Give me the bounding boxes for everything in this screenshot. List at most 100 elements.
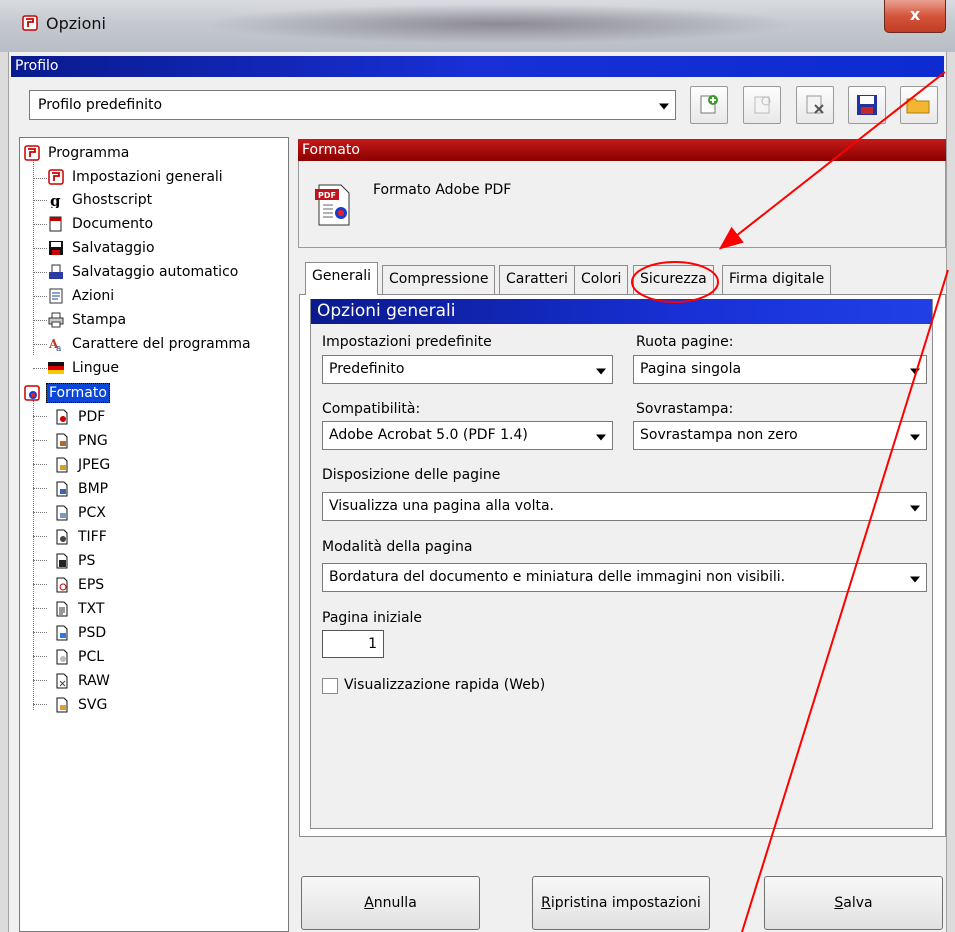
overprint-label: Sovrastampa: — [636, 401, 734, 417]
save-button[interactable]: Salva — [764, 876, 943, 930]
profile-band: Profilo — [11, 56, 944, 77]
general-settings-icon — [48, 169, 64, 185]
language-flag-icon — [48, 362, 64, 374]
svg-file-icon — [56, 697, 68, 713]
chevron-down-icon — [596, 434, 606, 440]
reset-label: ipristina impostazioni — [550, 895, 701, 911]
save-profile-button[interactable] — [848, 86, 886, 124]
tree-item-label: SVG — [78, 697, 108, 713]
reset-settings-button[interactable]: Ripristina impostazioni — [532, 876, 710, 930]
fast-web-view-label: Visualizzazione rapida (Web) — [344, 677, 546, 693]
tree-item-label: Azioni — [72, 288, 115, 304]
tree-item-label: PSD — [78, 625, 107, 641]
rename-profile-button[interactable] — [743, 86, 781, 124]
tree-item-label: Formato — [46, 383, 110, 403]
jpeg-file-icon — [56, 457, 68, 473]
start-page-label: Pagina iniziale — [322, 610, 423, 626]
cancel-button[interactable]: Annulla — [301, 876, 480, 930]
close-button[interactable]: x — [884, 0, 946, 33]
compatibility-value: Adobe Acrobat 5.0 (PDF 1.4) — [329, 427, 528, 443]
tab-generali[interactable]: Generali — [305, 262, 379, 295]
start-page-input[interactable]: 1 — [322, 630, 384, 658]
overprint-value: Sovrastampa non zero — [640, 427, 798, 443]
print-icon — [48, 312, 64, 328]
pdfcreator-app-icon — [22, 15, 38, 31]
cancel-label: nnulla — [373, 895, 417, 911]
format-icon — [24, 385, 40, 401]
page-layout-select[interactable]: Visualizza una pagina alla volta. — [322, 492, 927, 521]
bmp-file-icon — [56, 481, 68, 497]
tree-item-label: PNG — [78, 433, 108, 449]
tree-item-label: BMP — [78, 481, 109, 497]
ps-file-icon — [56, 553, 68, 569]
chevron-down-icon — [596, 368, 606, 374]
delete-profile-button[interactable] — [796, 86, 834, 124]
profile-select-value: Profilo predefinito — [38, 97, 163, 113]
tree-item-label: PS — [78, 553, 96, 569]
tree-item-label: Ghostscript — [72, 192, 153, 208]
tab-firma-digitale[interactable]: Firma digitale — [722, 265, 832, 294]
default-settings-label: Impostazioni predefinite — [322, 334, 492, 350]
cancel-mnemonic: A — [364, 895, 374, 911]
page-mode-label: Modalità della pagina — [322, 539, 473, 555]
tree-item-label: PCL — [78, 649, 105, 665]
svg-text:g: g — [50, 192, 61, 208]
chevron-down-icon — [910, 505, 920, 511]
pdf-document-icon: PDF — [315, 184, 350, 226]
page-mode-select[interactable]: Bordatura del documento e miniatura dell… — [322, 563, 927, 592]
autosave-icon — [49, 264, 63, 279]
rotate-pages-label: Ruota pagine: — [636, 334, 734, 350]
window-title: Opzioni — [46, 14, 106, 33]
default-settings-value: Predefinito — [329, 361, 405, 377]
document-icon — [49, 216, 62, 232]
open-profile-button[interactable] — [900, 86, 938, 124]
tree-item-label: Programma — [48, 145, 130, 161]
reset-mnemonic: R — [541, 895, 551, 911]
tree-item-label: PDF — [78, 409, 106, 425]
program-icon — [24, 145, 40, 161]
tab-caratteri[interactable]: Caratteri — [499, 265, 575, 294]
format-info-box — [298, 161, 946, 248]
format-band: Formato — [298, 139, 946, 161]
tree-item-label: Salvataggio automatico — [72, 264, 239, 280]
tiff-file-icon — [56, 529, 68, 545]
txt-file-icon — [56, 601, 68, 617]
tab-compressione[interactable]: Compressione — [382, 265, 496, 294]
page-layout-label: Disposizione delle pagine — [322, 467, 501, 483]
rotate-pages-value: Pagina singola — [640, 361, 742, 377]
window-title-bar — [0, 0, 955, 52]
profile-select[interactable]: Profilo predefinito — [29, 90, 676, 120]
tree-item-label: Documento — [72, 216, 154, 232]
raw-file-icon — [56, 673, 68, 689]
compatibility-select[interactable]: Adobe Acrobat 5.0 (PDF 1.4) — [322, 421, 613, 450]
ghostscript-icon: g — [50, 192, 61, 208]
default-settings-select[interactable]: Predefinito — [322, 355, 613, 384]
actions-icon — [49, 288, 63, 304]
tree-item-label: RAW — [78, 673, 110, 689]
options-tree: Programma Impostazioni generali g Ghosts… — [19, 137, 289, 932]
fast-web-view-checkbox[interactable] — [322, 678, 338, 694]
tab-colori[interactable]: Colori — [574, 265, 629, 294]
rotate-pages-select[interactable]: Pagina singola — [633, 355, 927, 384]
tab-sicurezza[interactable]: Sicurezza — [633, 265, 714, 294]
svg-text:a: a — [56, 344, 62, 352]
chevron-down-icon — [910, 368, 920, 374]
delete-profile-icon — [806, 95, 824, 114]
tree-item-label: Salvataggio — [72, 240, 155, 256]
save-mnemonic: S — [834, 895, 844, 911]
pdf-file-icon — [56, 409, 68, 425]
psd-file-icon — [56, 625, 68, 641]
overprint-select[interactable]: Sovrastampa non zero — [633, 421, 927, 450]
save-profile-icon — [857, 95, 877, 115]
png-file-icon — [56, 433, 68, 449]
tree-item-label: Stampa — [72, 312, 127, 328]
save-icon — [49, 241, 63, 255]
compatibility-label: Compatibilità: — [322, 401, 421, 417]
chevron-down-icon — [910, 434, 920, 440]
general-options-header: Opzioni generali — [311, 299, 932, 324]
tree-item-label: Impostazioni generali — [72, 169, 223, 185]
tree-item-label: EPS — [78, 577, 105, 593]
tree-item-label: Carattere del programma — [72, 336, 251, 352]
add-profile-button[interactable] — [690, 86, 728, 124]
page-layout-value: Visualizza una pagina alla volta. — [329, 498, 554, 514]
